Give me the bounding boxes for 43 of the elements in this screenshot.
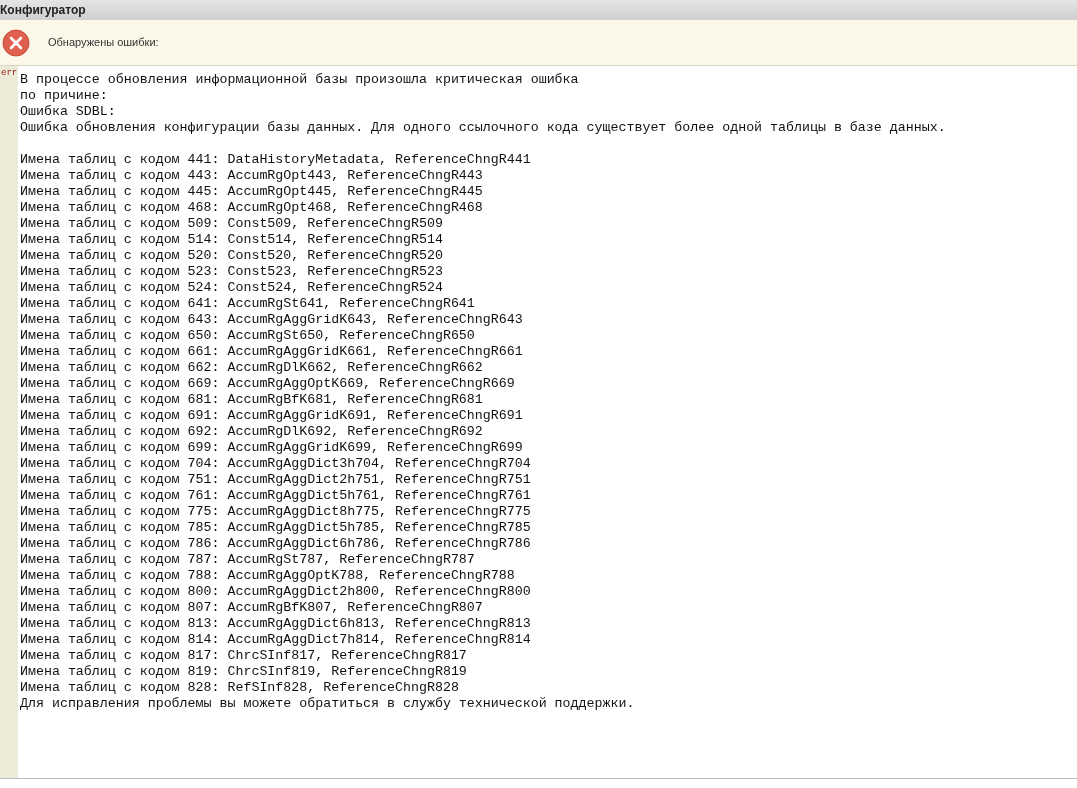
log-line: Имена таблиц с кодом 817: ChrcSInf817, ReferenceChngR817 — [20, 648, 467, 664]
error-marker: err — [1, 68, 18, 78]
log-line: Имена таблиц с кодом 669: AccumRgAggOptK669, ReferenceChngR669 — [20, 376, 515, 392]
log-line: Имена таблиц с кодом 643: AccumRgAggGridK643, ReferenceChngR643 — [20, 312, 523, 328]
log-line: Для исправления проблемы вы можете обратиться в службу технической поддержки. — [20, 696, 635, 712]
log-line: Имена таблиц с кодом 468: AccumRgOpt468, ReferenceChngR468 — [20, 200, 483, 216]
log-line: Имена таблиц с кодом 520: Const520, ReferenceChngR520 — [20, 248, 443, 264]
log-line: Имена таблиц с кодом 443: AccumRgOpt443, ReferenceChngR443 — [20, 168, 483, 184]
log-line: Имена таблиц с кодом 807: AccumRgBfK807, ReferenceChngR807 — [20, 600, 483, 616]
log-line: Имена таблиц с кодом 813: AccumRgAggDict6h813, ReferenceChngR813 — [20, 616, 531, 632]
log-line: Имена таблиц с кодом 681: AccumRgBfK681, ReferenceChngR681 — [20, 392, 483, 408]
log-line: Имена таблиц с кодом 692: AccumRgDlK692, ReferenceChngR692 — [20, 424, 483, 440]
log-line: Имена таблиц с кодом 662: AccumRgDlK662, ReferenceChngR662 — [20, 360, 483, 376]
log-line: Имена таблиц с кодом 775: AccumRgAggDict8h775, ReferenceChngR775 — [20, 504, 531, 520]
log-line: Имена таблиц с кодом 814: AccumRgAggDict7h814, ReferenceChngR814 — [20, 632, 531, 648]
log-line: Имена таблиц с кодом 828: RefSInf828, ReferenceChngR828 — [20, 680, 459, 696]
log-line: Имена таблиц с кодом 523: Const523, ReferenceChngR523 — [20, 264, 443, 280]
window-title: Конфигуратор — [0, 2, 86, 19]
log-line: Ошибка SDBL: — [20, 104, 116, 120]
error-heading: Обнаружены ошибки: — [48, 35, 159, 51]
log-line: Имена таблиц с кодом 786: AccumRgAggDict6h786, ReferenceChngR786 — [20, 536, 531, 552]
log-line: Имена таблиц с кодом 785: AccumRgAggDict5h785, ReferenceChngR785 — [20, 520, 531, 536]
log-line: Имена таблиц с кодом 641: AccumRgSt641, ReferenceChngR641 — [20, 296, 475, 312]
log-line: Имена таблиц с кодом 800: AccumRgAggDict2h800, ReferenceChngR800 — [20, 584, 531, 600]
log-line: Имена таблиц с кодом 787: AccumRgSt787, ReferenceChngR787 — [20, 552, 475, 568]
log-line: Имена таблиц с кодом 509: Const509, ReferenceChngR509 — [20, 216, 443, 232]
error-icon — [2, 28, 30, 57]
log-line: Имена таблиц с кодом 819: ChrcSInf819, ReferenceChngR819 — [20, 664, 467, 680]
log-line: Имена таблиц с кодом 661: AccumRgAggGridK661, ReferenceChngR661 — [20, 344, 523, 360]
log-line: Имена таблиц с кодом 524: Const524, ReferenceChngR524 — [20, 280, 443, 296]
log-line: Имена таблиц с кодом 441: DataHistoryMetadata, ReferenceChngR441 — [20, 152, 531, 168]
log-line: Имена таблиц с кодом 650: AccumRgSt650, ReferenceChngR650 — [20, 328, 475, 344]
log-line: Имена таблиц с кодом 761: AccumRgAggDict5h761, ReferenceChngR761 — [20, 488, 531, 504]
log-line: Имена таблиц с кодом 699: AccumRgAggGridK699, ReferenceChngR699 — [20, 440, 523, 456]
log-line: Имена таблиц с кодом 751: AccumRgAggDict2h751, ReferenceChngR751 — [20, 472, 531, 488]
log-line: по причине: — [20, 88, 108, 104]
log-line: В процессе обновления информационной базы произошла критическая ошибка — [20, 72, 579, 88]
log-line: Имена таблиц с кодом 788: AccumRgAggOptK788, ReferenceChngR788 — [20, 568, 515, 584]
log-line: Имена таблиц с кодом 704: AccumRgAggDict3h704, ReferenceChngR704 — [20, 456, 531, 472]
log-line: Имена таблиц с кодом 514: Const514, ReferenceChngR514 — [20, 232, 443, 248]
log-line: Ошибка обновления конфигурации базы данных. Для одного ссылочного кода существует более одной таблицы в базе данных. — [20, 120, 946, 136]
log-line: Имена таблиц с кодом 691: AccumRgAggGridK691, ReferenceChngR691 — [20, 408, 523, 424]
log-line: Имена таблиц с кодом 445: AccumRgOpt445, ReferenceChngR445 — [20, 184, 483, 200]
